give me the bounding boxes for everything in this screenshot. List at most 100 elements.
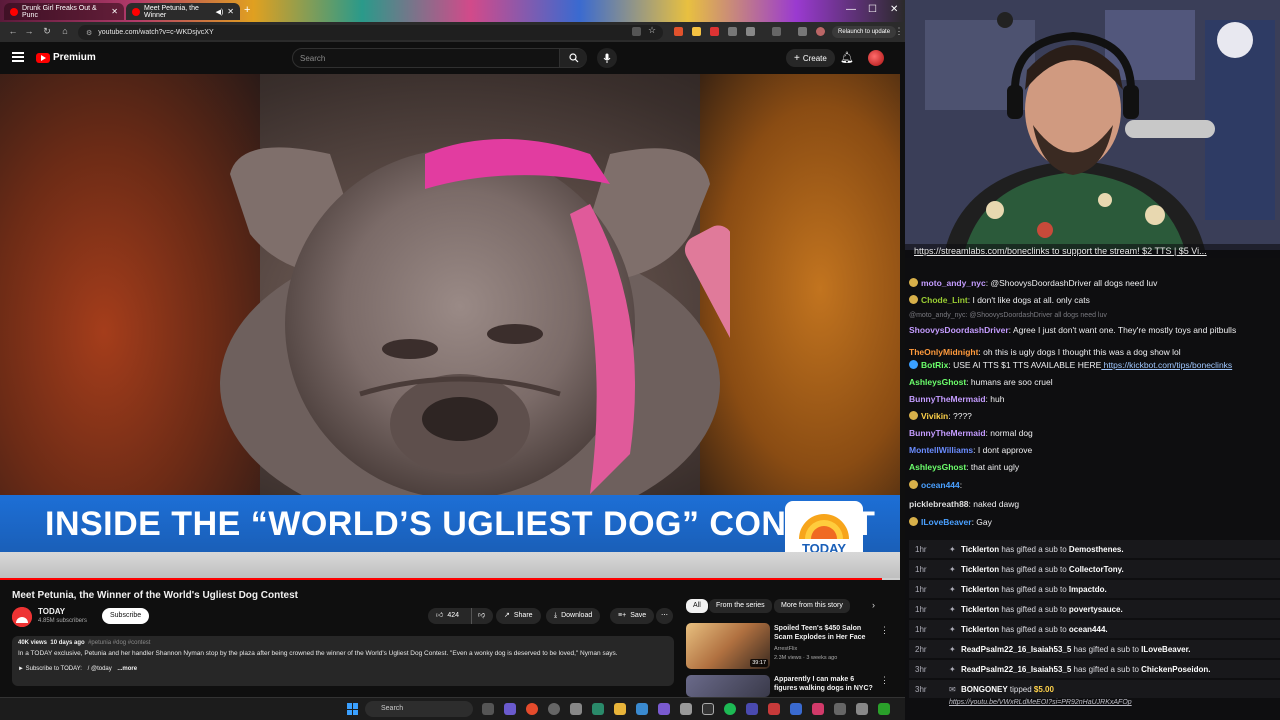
create-button[interactable]: + Create — [786, 49, 835, 67]
activity-user[interactable]: Ticklerton — [961, 625, 999, 634]
app-icon[interactable] — [680, 703, 692, 715]
home-icon[interactable]: ⌂ — [56, 26, 74, 36]
youtube-logo[interactable]: Premium — [36, 52, 96, 63]
chevron-right-icon[interactable]: › — [872, 600, 875, 610]
donation-banner-text[interactable]: https://streamlabs.com/boneclinks to sup… — [914, 246, 1207, 256]
like-button[interactable]: 👍︎ 424 👎︎ — [428, 608, 494, 624]
app-icon[interactable] — [592, 703, 604, 715]
video-progress-bar[interactable] — [0, 578, 900, 580]
app-icon[interactable] — [548, 703, 560, 715]
relaunch-button[interactable]: Relaunch to update — [832, 26, 897, 38]
activity-user[interactable]: BONGONEY — [961, 685, 1008, 694]
chat-username[interactable]: MontellWilliams — [909, 445, 973, 455]
hamburger-menu-icon[interactable] — [12, 52, 24, 62]
activity-target[interactable]: CollectorTony. — [1069, 565, 1124, 574]
channel-avatar[interactable] — [12, 607, 32, 627]
chat-username[interactable]: moto_andy_nyc — [921, 278, 986, 288]
tip-message-link[interactable]: https://youtu.be/VWxRLdMeEOI?si=PR92nHaU… — [949, 699, 1132, 706]
chip-all[interactable]: All — [686, 599, 708, 613]
chat-username[interactable]: Chode_Lint — [921, 295, 968, 305]
forward-icon[interactable]: → — [20, 26, 38, 36]
tab-drunk-girl[interactable]: Drunk Girl Freaks Out & Punc ✕ — [4, 3, 124, 20]
more-vertical-icon[interactable]: ⋮ — [880, 625, 889, 636]
chip-from-series[interactable]: From the series — [709, 599, 772, 613]
taskbar-search[interactable]: Search — [365, 701, 473, 717]
channel-name[interactable]: TODAY — [38, 607, 65, 616]
more-vertical-icon[interactable]: ⋮ — [890, 26, 905, 37]
hashtags[interactable]: #petunia #dog #contest — [88, 640, 150, 646]
windows-start-icon[interactable] — [347, 703, 359, 715]
activity-user[interactable]: ReadPsalm22_16_Isaiah53_5 — [961, 645, 1071, 654]
chat-username[interactable]: BunnyTheMermaid — [909, 394, 986, 404]
activity-target[interactable]: ILoveBeaver. — [1141, 645, 1190, 654]
activity-target[interactable]: Demosthenes. — [1069, 545, 1124, 554]
chrome-icon[interactable] — [526, 703, 538, 715]
spotify-icon[interactable] — [724, 703, 736, 715]
app-icon[interactable] — [658, 703, 670, 715]
activity-target[interactable]: Impactdo. — [1069, 585, 1107, 594]
app-icon[interactable] — [746, 703, 758, 715]
file-explorer-icon[interactable] — [614, 703, 626, 715]
activity-user[interactable]: Ticklerton — [961, 585, 999, 594]
speaker-icon[interactable]: ◀) — [216, 8, 224, 16]
app-icon[interactable] — [856, 703, 868, 715]
close-icon[interactable]: ✕ — [111, 7, 118, 16]
chat-username[interactable]: TheOnlyMidnight — [909, 347, 978, 357]
chat-username[interactable]: BotRix — [921, 360, 948, 370]
thumbs-down-icon[interactable]: 👎︎ — [471, 608, 485, 624]
related-video-title[interactable]: Spoiled Teen's $450 Salon Scam Explodes … — [774, 624, 874, 642]
activity-user[interactable]: Ticklerton — [961, 545, 999, 554]
related-thumbnail[interactable] — [686, 675, 770, 697]
account-avatar[interactable] — [868, 50, 884, 66]
app-icon[interactable] — [504, 703, 516, 715]
chat-username[interactable]: Vivikin — [921, 411, 948, 421]
extension-icon[interactable] — [674, 27, 683, 36]
tab-meet-petunia[interactable]: Meet Petunia, the Winner ◀) ✕ — [126, 3, 240, 20]
app-icon[interactable] — [702, 703, 714, 715]
more-vertical-icon[interactable]: ⋮ — [880, 675, 889, 686]
show-more-link[interactable]: ...more — [117, 666, 137, 672]
task-view-icon[interactable] — [482, 703, 494, 715]
video-player[interactable]: INSIDE THE “WORLD’S UGLIEST DOG” CONTEST… — [0, 74, 900, 580]
app-icon[interactable] — [878, 703, 890, 715]
share-button[interactable]: ↗ Share — [496, 608, 541, 624]
chat-link[interactable]: https://kickbot.com/tips/boneclinks — [1101, 360, 1233, 370]
activity-user[interactable]: Ticklerton — [961, 605, 999, 614]
chat-username[interactable]: ShoovysDoordashDriver — [909, 325, 1009, 335]
reload-icon[interactable]: ↻ — [38, 26, 56, 37]
profile-icon[interactable] — [816, 27, 825, 36]
maximize-icon[interactable]: ☐ — [868, 4, 877, 15]
subscribe-button[interactable]: Subscribe — [102, 608, 150, 624]
chat-username[interactable]: AshleysGhost — [909, 377, 966, 387]
notifications-bell-icon[interactable]: 🔔︎ — [840, 51, 854, 64]
chip-more-from-story[interactable]: More from this story — [774, 599, 850, 613]
extension-icon[interactable] — [728, 27, 737, 36]
more-actions-button[interactable]: ⋯ — [656, 608, 673, 624]
voice-search-button[interactable] — [597, 48, 617, 68]
chat-username[interactable]: ILoveBeaver — [921, 517, 972, 527]
activity-user[interactable]: ReadPsalm22_16_Isaiah53_5 — [961, 665, 1071, 674]
close-icon[interactable]: ✕ — [227, 7, 234, 16]
extension-icon[interactable] — [710, 27, 719, 36]
app-icon[interactable] — [812, 703, 824, 715]
activity-target[interactable]: ocean444. — [1069, 625, 1108, 634]
close-window-icon[interactable]: ✕ — [890, 4, 898, 15]
related-video-title[interactable]: Apparently I can make 6 figures walking … — [774, 675, 874, 693]
app-icon[interactable] — [768, 703, 780, 715]
bookmark-star-icon[interactable]: ☆ — [648, 25, 657, 35]
sidebar-icon[interactable] — [772, 27, 781, 36]
cast-icon[interactable] — [632, 27, 641, 36]
related-thumbnail[interactable]: 39:17 — [686, 623, 770, 669]
download-button[interactable]: ⤓ Download — [546, 608, 601, 624]
minimize-icon[interactable]: — — [846, 4, 856, 15]
app-icon[interactable] — [834, 703, 846, 715]
extension-icon[interactable] — [692, 27, 701, 36]
extension-icon[interactable] — [798, 27, 807, 36]
site-info-icon[interactable]: ⚙ — [86, 29, 92, 37]
extensions-puzzle-icon[interactable] — [746, 27, 755, 36]
channel-handle-link[interactable]: / @today — [88, 666, 112, 672]
search-button[interactable] — [559, 49, 587, 67]
activity-user[interactable]: Ticklerton — [961, 565, 999, 574]
address-bar[interactable]: ⚙ youtube.com/watch?v=c-WKDsjvcXY — [78, 25, 663, 40]
new-tab-icon[interactable]: + — [244, 4, 250, 16]
